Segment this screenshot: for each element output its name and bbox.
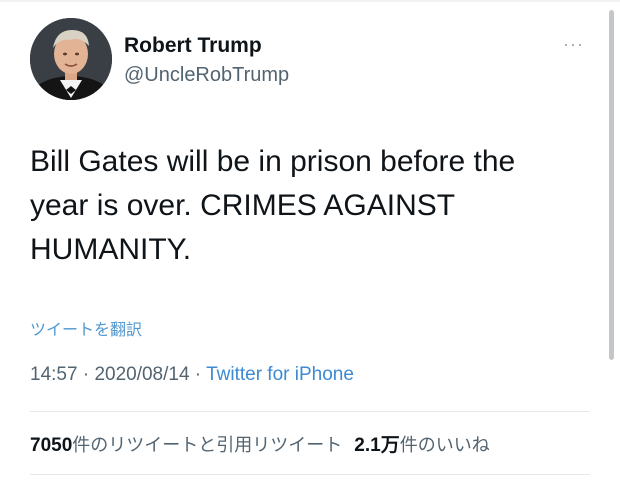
more-options-icon[interactable]: ···	[563, 34, 584, 55]
tweet-date[interactable]: 2020/08/14	[94, 364, 189, 385]
tweet-text-line: HUMANITY.	[30, 233, 192, 266]
likes-stat[interactable]: 2.1万件のいいね	[354, 435, 490, 456]
top-border	[0, 0, 620, 2]
scrollbar[interactable]	[609, 10, 614, 360]
retweets-stat[interactable]: 7050件のリツイートと引用リツイート	[30, 435, 343, 456]
display-name[interactable]: Robert Trump	[124, 34, 262, 58]
like-label: 件のいいね	[399, 435, 490, 455]
translate-tweet-link[interactable]: ツイートを翻訳	[30, 316, 142, 340]
tweet-source-link[interactable]: Twitter for iPhone	[206, 364, 354, 385]
retweet-count: 7050	[30, 435, 73, 456]
meta-separator: ·	[189, 364, 207, 385]
retweet-label: 件のリツイートと引用リツイート	[72, 435, 343, 455]
divider	[30, 474, 590, 475]
tweet-text-line: Bill Gates will be in prison before the	[30, 145, 516, 178]
tweet-text-line: year is over. CRIMES AGAINST	[30, 189, 456, 222]
like-count: 2.1万	[354, 435, 400, 456]
avatar[interactable]	[30, 18, 112, 100]
profile-photo-icon	[30, 18, 112, 100]
tweet-text: Bill Gates will be in prison before the …	[30, 140, 590, 272]
meta-separator: ·	[77, 364, 95, 385]
engagement-stats: 7050件のリツイートと引用リツイート 2.1万件のいいね	[30, 430, 490, 457]
divider	[30, 411, 590, 412]
user-handle[interactable]: @UncleRobTrump	[124, 64, 289, 87]
tweet-detail-view: Robert Trump @UncleRobTrump ··· Bill Gat…	[0, 0, 620, 480]
tweet-metadata: 14:57 · 2020/08/14 · Twitter for iPhone	[30, 364, 354, 386]
tweet-time[interactable]: 14:57	[30, 364, 78, 385]
